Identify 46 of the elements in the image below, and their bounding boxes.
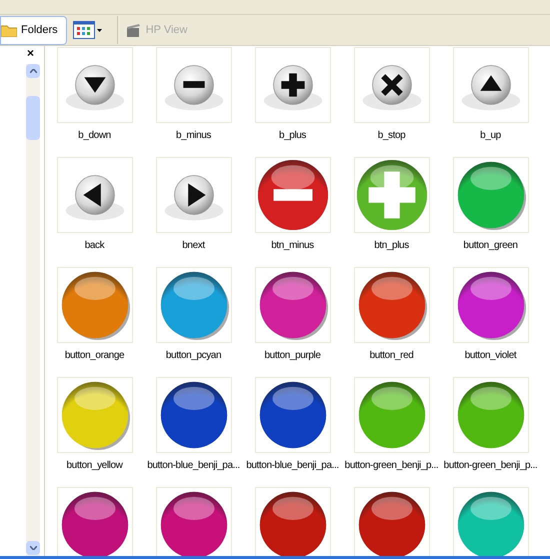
round-button-icon — [263, 65, 322, 110]
scroll-thumb[interactable] — [26, 96, 40, 140]
file-name: button-blue_benji_pa... — [147, 459, 240, 473]
down-caret-icon — [30, 546, 36, 550]
round-button-icon — [65, 175, 124, 220]
round-button-icon — [164, 175, 223, 220]
file-name: button_violet — [464, 349, 516, 363]
file-name: btn_minus — [271, 239, 314, 253]
file-name: button-blue_benji_pa... — [246, 459, 339, 473]
thumbnail-frame[interactable] — [56, 157, 132, 233]
file-name: bnext — [182, 239, 205, 253]
round-button-icon — [164, 65, 223, 110]
round-button-icon — [65, 65, 124, 110]
dropdown-caret-icon — [97, 28, 102, 32]
up-caret-icon — [30, 69, 36, 73]
file-name: b_plus — [278, 129, 306, 143]
scroll-down-button[interactable] — [26, 541, 40, 555]
file-name: button-green_benji_p... — [444, 459, 538, 473]
thumbnail-frame[interactable] — [156, 157, 232, 233]
file-name: button_purple — [264, 349, 320, 363]
file-name: btn_plus — [374, 239, 409, 253]
folder-icon — [1, 23, 17, 37]
thumbnail-frame[interactable] — [452, 47, 528, 123]
file-name: b_stop — [378, 129, 406, 143]
thumbnail-frame[interactable] — [56, 47, 132, 123]
file-name: button_red — [370, 349, 414, 363]
file-name: b_minus — [176, 129, 211, 143]
file-name: button_pcyan — [166, 349, 222, 363]
file-name: b_down — [78, 129, 111, 143]
file-name: button-green_benji_p... — [344, 459, 438, 473]
file-name: b_up — [480, 129, 501, 143]
folders-button[interactable]: Folders — [0, 16, 67, 44]
clapperboard-icon — [126, 23, 142, 37]
round-button-icon — [461, 65, 520, 110]
file-name: button_green — [463, 239, 518, 253]
close-button[interactable]: × — [26, 46, 34, 60]
file-name: back — [84, 239, 104, 253]
file-name: button_yellow — [66, 459, 122, 473]
thumbnail-frame[interactable] — [254, 47, 330, 123]
thumbnail-frame[interactable] — [156, 47, 232, 123]
thumbnail-frame[interactable] — [354, 47, 430, 123]
thumbnails-view-icon — [73, 21, 96, 39]
file-name: button_orange — [64, 349, 124, 363]
round-button-icon — [362, 65, 421, 110]
vertical-scrollbar[interactable] — [26, 64, 40, 559]
scroll-up-button[interactable] — [26, 64, 40, 78]
